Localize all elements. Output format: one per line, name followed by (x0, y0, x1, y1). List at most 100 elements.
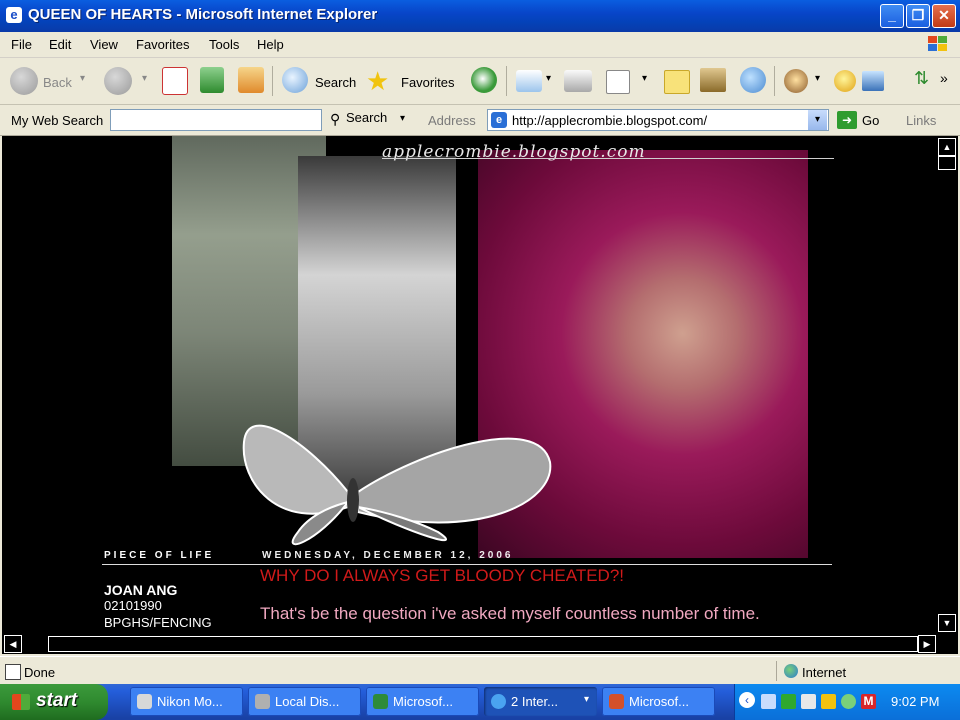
address-dropdown-icon[interactable]: ▾ (808, 110, 827, 130)
task-label: Microsof... (393, 694, 453, 709)
menu-help[interactable]: Help (257, 37, 284, 52)
my-web-search-input[interactable] (110, 109, 322, 131)
content-divider (102, 564, 832, 565)
character-dropdown-icon[interactable]: ▾ (815, 73, 820, 84)
window-title: QUEEN OF HEARTS - Microsoft Internet Exp… (28, 6, 378, 23)
research-icon[interactable] (700, 68, 726, 92)
start-button[interactable]: start (0, 684, 108, 720)
search-icon[interactable] (282, 67, 308, 93)
windows-flag-icon (12, 694, 30, 710)
page-status-icon (5, 664, 21, 680)
tray-app-icon[interactable] (821, 694, 836, 709)
taskbar-item-nikon[interactable]: Nikon Mo... (130, 687, 243, 716)
status-separator (776, 661, 777, 681)
page-ie-icon: e (491, 112, 507, 128)
refresh-icon[interactable] (200, 67, 224, 93)
scroll-thumb[interactable] (938, 156, 956, 170)
messenger-icon[interactable] (740, 67, 766, 93)
start-label: start (36, 690, 78, 711)
toolbar-extra-icon[interactable]: ⇅ (914, 68, 929, 89)
task-label: Nikon Mo... (157, 694, 223, 709)
mail-icon[interactable] (516, 70, 542, 92)
post-date: WEDNESDAY, DECEMBER 12, 2006 (262, 550, 514, 561)
print-icon[interactable] (564, 70, 592, 92)
toolbar-overflow-icon[interactable]: » (940, 70, 948, 86)
go-arrow-icon[interactable]: ➜ (837, 111, 857, 129)
nikon-icon (137, 694, 152, 709)
word-edit-icon[interactable] (606, 70, 630, 94)
close-button[interactable]: ✕ (932, 4, 956, 28)
tray-app-icon[interactable] (781, 694, 796, 709)
profile-name: JOAN ANG (104, 582, 178, 598)
ie-logo-icon: e (6, 7, 22, 23)
menu-view[interactable]: View (90, 37, 118, 52)
network-icon[interactable] (761, 694, 776, 709)
butterfly-image (242, 424, 552, 546)
mail-dropdown-icon[interactable]: ▾ (546, 73, 551, 84)
home-icon[interactable] (238, 67, 264, 93)
drive-icon (255, 694, 270, 709)
taskbar-item-powerpoint[interactable]: Microsof... (602, 687, 715, 716)
taskbar: start Nikon Mo... Local Dis... Microsof.… (0, 684, 960, 720)
page-viewport[interactable]: applecrombie.blogspot.com PIECE OF LIFE … (2, 136, 936, 634)
monitor-icon[interactable] (862, 71, 884, 91)
links-button[interactable]: Links (906, 113, 936, 128)
scroll-down-icon[interactable]: ▼ (938, 614, 956, 632)
horizontal-scroll-thumb[interactable] (48, 636, 918, 652)
taskbar-item-local-disk[interactable]: Local Dis... (248, 687, 361, 716)
address-label: Address (428, 113, 476, 128)
security-zone: Internet (802, 665, 847, 680)
forward-arrow-icon[interactable] (104, 67, 132, 95)
horizontal-scrollbar[interactable]: ◀ ▶ (2, 634, 958, 654)
character-icon[interactable] (784, 69, 808, 93)
header-underline (382, 158, 834, 159)
address-toolbar: My Web Search ⚲ Search ▾ Address e http:… (0, 105, 960, 136)
back-arrow-icon[interactable] (10, 67, 38, 95)
search-dropdown-icon[interactable]: ▾ (400, 113, 405, 124)
back-button[interactable]: Back (43, 75, 72, 90)
windows-flag-icon (928, 36, 947, 51)
notes-icon[interactable] (664, 70, 690, 94)
scroll-left-icon[interactable]: ◀ (4, 635, 22, 653)
status-text: Done (24, 665, 56, 680)
scroll-up-icon[interactable]: ▲ (938, 138, 956, 156)
taskbar-item-internet-explorer[interactable]: 2 Inter... ▾ (484, 687, 597, 716)
maximize-button[interactable]: ❐ (906, 4, 930, 28)
toolbar-separator (774, 66, 775, 96)
tray-app-icon[interactable] (801, 694, 816, 709)
forward-dropdown-icon[interactable]: ▾ (142, 73, 147, 84)
vertical-scrollbar[interactable]: ▲ ▼ (936, 136, 958, 634)
minimize-button[interactable]: _ (880, 4, 904, 28)
edit-dropdown-icon[interactable]: ▾ (642, 73, 647, 84)
search-magnifier-icon: ⚲ (330, 111, 341, 127)
favorites-button[interactable]: Favorites (401, 75, 454, 90)
tray-expand-icon[interactable]: ‹ (739, 692, 755, 708)
ie-icon (491, 694, 506, 709)
group-dropdown-icon: ▾ (584, 694, 590, 705)
toolbar-separator (506, 66, 507, 96)
scroll-right-icon[interactable]: ▶ (918, 635, 936, 653)
mcafee-icon[interactable]: M (861, 694, 876, 709)
clock: 9:02 PM (891, 694, 940, 709)
address-input[interactable]: e http://applecrombie.blogspot.com/ ▾ (487, 109, 829, 131)
go-button[interactable]: Go (862, 113, 879, 128)
my-web-search-button[interactable]: Search (346, 110, 387, 125)
favorites-star-icon[interactable]: ★ (366, 66, 389, 97)
internet-globe-icon (784, 664, 798, 678)
back-dropdown-icon[interactable]: ▾ (80, 73, 85, 84)
title-bar[interactable]: e QUEEN OF HEARTS - Microsoft Internet E… (0, 0, 960, 32)
search-button[interactable]: Search (315, 75, 356, 90)
task-label: Local Dis... (275, 694, 340, 709)
menu-tools[interactable]: Tools (209, 37, 239, 52)
stop-icon[interactable] (162, 67, 188, 95)
smiley-icon[interactable] (834, 70, 856, 92)
history-icon[interactable] (471, 67, 497, 93)
menu-edit[interactable]: Edit (49, 37, 71, 52)
system-tray: ‹ M 9:02 PM (734, 684, 960, 720)
messenger-icon[interactable] (841, 694, 856, 709)
taskbar-item-excel[interactable]: Microsof... (366, 687, 479, 716)
excel-icon (373, 694, 388, 709)
menu-favorites[interactable]: Favorites (136, 37, 189, 52)
menu-file[interactable]: File (11, 37, 32, 52)
address-url[interactable]: http://applecrombie.blogspot.com/ (512, 113, 707, 128)
